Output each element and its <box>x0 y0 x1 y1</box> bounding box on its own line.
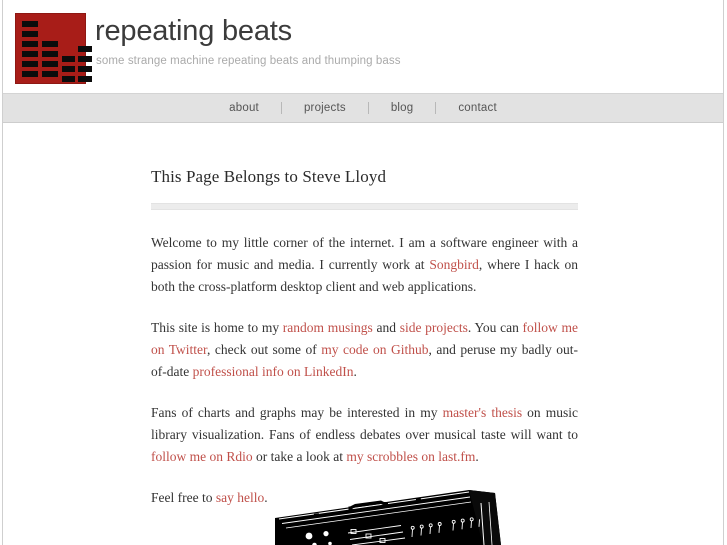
nav-item-about[interactable]: about <box>207 94 281 122</box>
content-link[interactable]: professional info on LinkedIn <box>193 364 354 379</box>
text-run: Feel free to <box>151 490 216 505</box>
text-run: . You can <box>467 320 523 335</box>
site-tagline: some strange machine repeating beats and… <box>96 55 401 67</box>
paragraph: Welcome to my little corner of the inter… <box>151 210 578 298</box>
paragraph: Fans of charts and graphs may be interes… <box>151 383 578 468</box>
nav-item-projects[interactable]: projects <box>282 94 368 122</box>
text-run: This site is home to my <box>151 320 283 335</box>
site-header: repeating beats some strange machine rep… <box>3 0 723 93</box>
content-link[interactable]: say hello <box>216 490 264 505</box>
page-title: This Page Belongs to Steve Lloyd <box>151 167 387 186</box>
content-link[interactable]: master's thesis <box>443 405 523 420</box>
content-link[interactable]: my code on Github <box>321 342 428 357</box>
content-link[interactable]: my scrobbles on last.fm <box>346 449 475 464</box>
nav-item-blog[interactable]: blog <box>369 94 436 122</box>
page-container: repeating beats some strange machine rep… <box>2 0 724 545</box>
text-run: Fans of charts and graphs may be interes… <box>151 405 443 420</box>
text-run: . <box>475 449 479 464</box>
title-divider <box>151 203 578 210</box>
site-title[interactable]: repeating beats <box>95 14 401 48</box>
nav-list: about projects blog contact <box>207 94 519 122</box>
text-run: and <box>372 320 400 335</box>
site-branding: repeating beats some strange machine rep… <box>95 14 401 68</box>
content-link[interactable]: Songbird <box>429 257 479 272</box>
main-navigation: about projects blog contact <box>3 93 723 123</box>
text-run: . <box>353 364 357 379</box>
text-run: or take a look at <box>252 449 347 464</box>
paragraph: This site is home to my random musings a… <box>151 298 578 383</box>
equalizer-bars-icon <box>16 14 92 83</box>
text-run: . <box>264 490 268 505</box>
paragraph: Feel free to say hello. <box>151 468 578 509</box>
text-run: , check out some of <box>207 342 322 357</box>
site-logo[interactable] <box>15 13 92 84</box>
content-column: This Page Belongs to Steve Lloyd Welcome… <box>151 123 578 509</box>
article-body: Welcome to my little corner of the inter… <box>151 210 578 509</box>
content-link[interactable]: follow me on Rdio <box>151 449 253 464</box>
content-link[interactable]: side projects <box>400 320 468 335</box>
main-content: This Page Belongs to Steve Lloyd Welcome… <box>3 123 723 509</box>
nav-item-contact[interactable]: contact <box>436 94 518 122</box>
content-link[interactable]: random musings <box>283 320 373 335</box>
